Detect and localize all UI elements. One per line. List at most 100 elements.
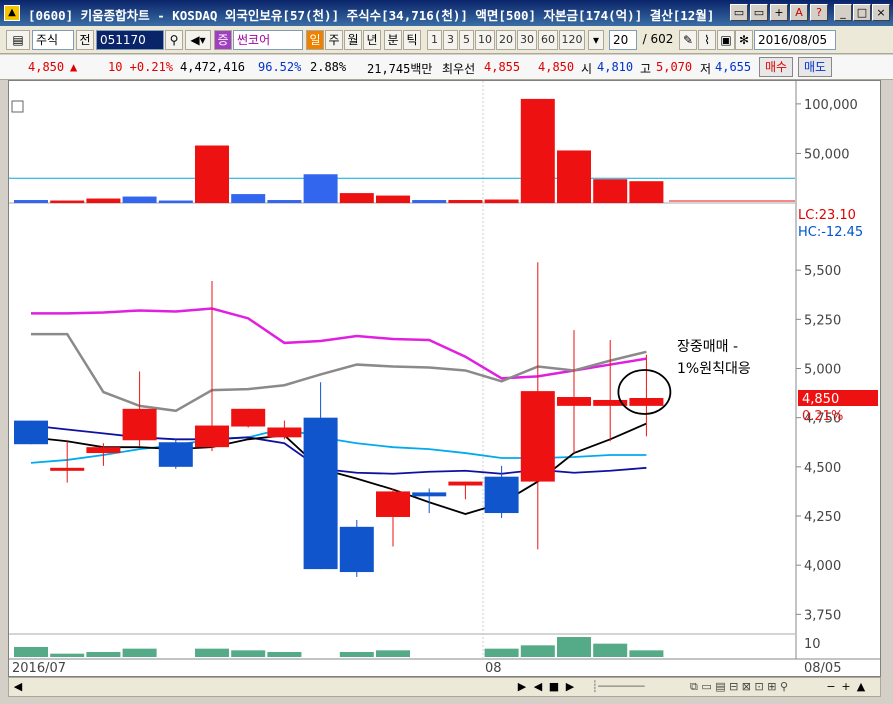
interval-day-tab[interactable]: 일 bbox=[306, 30, 324, 50]
stop-button[interactable]: ■ bbox=[547, 679, 561, 695]
candle-body bbox=[376, 491, 410, 517]
candle-body bbox=[520, 391, 555, 482]
interval-week-tab[interactable]: 주 bbox=[325, 30, 343, 50]
chart-icon[interactable]: ⌇ bbox=[698, 30, 716, 50]
volume-bar bbox=[267, 200, 302, 203]
play-back-button[interactable]: ◀ bbox=[531, 679, 545, 695]
interval-tick-tab[interactable]: 틱 bbox=[403, 30, 421, 50]
window-title: [0600] 키움종합차트 - KOSDAQ 외국인보유[57(천)] 주식수[… bbox=[28, 8, 715, 23]
price-tick-label: 4,000 bbox=[804, 559, 841, 574]
price-tick-label: 3,750 bbox=[804, 608, 841, 623]
tool-icon[interactable]: ▤ bbox=[6, 30, 30, 50]
indicator-bar bbox=[14, 647, 48, 657]
play-forward-button[interactable]: ▶ bbox=[563, 679, 577, 695]
chart-scrollbar[interactable]: ◀ ▶ ◀ ■ ▶ ┊─────── ⧉ ▭ ▤ ⊟ ⊠ ⊡ ⊞ ⚲ − + ▲ bbox=[8, 677, 881, 697]
toolbar: ▤ 주식 전 051170 ⚲ ◀▾ 증 썬코어 일 주 월 년 분 틱 1 3… bbox=[0, 26, 893, 54]
price-tick-label: 4,500 bbox=[804, 461, 841, 476]
minute-60-button[interactable]: 60 bbox=[538, 30, 558, 50]
help-icon[interactable]: ? bbox=[810, 4, 828, 21]
candle-body bbox=[267, 427, 302, 438]
app-icon: ▲ bbox=[4, 5, 20, 21]
indicator-bar bbox=[50, 653, 85, 657]
period-prev-button[interactable]: 전 bbox=[76, 30, 94, 50]
count-input[interactable]: 20 bbox=[609, 30, 637, 50]
chart-tools[interactable]: ⧉ ▭ ▤ ⊟ ⊠ ⊡ ⊞ ⚲ bbox=[659, 679, 819, 695]
volume-ratio: 96.52% bbox=[258, 60, 302, 74]
best-bid: 4,850 bbox=[538, 60, 575, 74]
volume-tick-label: 50,000 bbox=[804, 147, 850, 162]
scroll-left-button[interactable]: ◀ bbox=[11, 679, 25, 695]
pin-icon[interactable]: ✎ bbox=[679, 30, 697, 50]
volume-bar bbox=[520, 98, 555, 203]
font-icon[interactable]: A bbox=[790, 4, 808, 21]
volume-bar bbox=[376, 195, 410, 203]
volume-bar bbox=[231, 194, 266, 203]
save-icon[interactable]: ▣ bbox=[717, 30, 735, 50]
close-button[interactable]: × bbox=[872, 4, 890, 21]
grid-icon bbox=[11, 100, 24, 113]
volume-bar bbox=[629, 181, 664, 203]
interval-year-tab[interactable]: 년 bbox=[363, 30, 381, 50]
indicator-bar bbox=[520, 645, 555, 657]
volume-bar bbox=[50, 200, 85, 203]
volume-bar bbox=[14, 200, 48, 203]
layout-icon[interactable]: ▭ bbox=[730, 4, 748, 21]
indicator-bar bbox=[629, 650, 664, 657]
candle-body bbox=[448, 481, 483, 486]
plus-icon[interactable]: + bbox=[770, 4, 788, 21]
low-label: 저 bbox=[700, 62, 712, 76]
sell-button[interactable]: 매도 bbox=[798, 57, 832, 77]
minute-10-button[interactable]: 10 bbox=[475, 30, 495, 50]
volume-bar bbox=[412, 200, 447, 203]
title-bar: ▲ [0600] 키움종합차트 - KOSDAQ 외국인보유[57(천)] 주식… bbox=[0, 0, 893, 26]
minute-30-button[interactable]: 30 bbox=[517, 30, 537, 50]
stock-code-input[interactable]: 051170 bbox=[96, 30, 164, 50]
buy-button[interactable]: 매수 bbox=[759, 57, 793, 77]
magnifier-icon[interactable]: ⚲ bbox=[165, 30, 183, 50]
hc-label: HC:-12.45 bbox=[798, 225, 863, 240]
range-slider[interactable]: ┊─────── bbox=[583, 679, 653, 695]
volume-bar bbox=[195, 145, 229, 203]
zoom-in-button[interactable]: + bbox=[839, 679, 853, 695]
minute-20-button[interactable]: 20 bbox=[496, 30, 516, 50]
zoom-out-button[interactable]: − bbox=[824, 679, 838, 695]
minute-5-button[interactable]: 5 bbox=[459, 30, 474, 50]
candle-body bbox=[86, 447, 121, 454]
candle-body bbox=[339, 526, 374, 573]
indicator-bar bbox=[339, 652, 374, 657]
candle-body bbox=[158, 442, 193, 467]
volume-bar bbox=[339, 193, 374, 203]
indicator-bar bbox=[122, 648, 157, 657]
candle-body bbox=[122, 408, 157, 441]
chart-area[interactable]: 100,000 50,000 5,500 5,250 5,000 4,750 4,500 4,… bbox=[8, 80, 881, 677]
minute-120-button[interactable]: 120 bbox=[559, 30, 585, 50]
interval-month-tab[interactable]: 월 bbox=[344, 30, 362, 50]
high-label: 고 bbox=[640, 62, 652, 76]
open-price: 4,810 bbox=[597, 60, 634, 74]
date-input[interactable]: 2016/08/05 bbox=[754, 30, 836, 50]
chevron-down-icon[interactable]: ▾ bbox=[588, 30, 604, 50]
indicator-bar bbox=[86, 652, 121, 657]
minimize-button[interactable]: _ bbox=[834, 4, 852, 21]
minute-1-button[interactable]: 1 bbox=[427, 30, 442, 50]
indicator-tick-label: 10 bbox=[804, 637, 821, 652]
best-label: 최우선 bbox=[442, 62, 476, 76]
gear-icon[interactable]: ✻ bbox=[735, 30, 753, 50]
last-price-text: 4,850 bbox=[802, 392, 839, 407]
interval-minute-tab[interactable]: 분 bbox=[384, 30, 402, 50]
window-list-icon[interactable]: ▭ bbox=[750, 4, 768, 21]
scroll-right-button[interactable]: ▶ bbox=[515, 679, 529, 695]
candlestick-chart[interactable]: 100,00050,0005,5005,2505,0004,7504,5004,… bbox=[9, 81, 880, 676]
candle-body bbox=[195, 425, 229, 448]
maximize-button[interactable]: □ bbox=[853, 4, 871, 21]
speaker-icon[interactable]: ◀▾ bbox=[185, 30, 211, 50]
annotation-circle bbox=[617, 369, 672, 415]
indicator-bar bbox=[267, 652, 302, 657]
lc-label: LC:23.10 bbox=[798, 208, 856, 223]
minute-3-button[interactable]: 3 bbox=[443, 30, 458, 50]
volume-bar bbox=[303, 174, 338, 203]
collapse-button[interactable]: ▲ bbox=[854, 679, 868, 695]
turnover-rate: 2.88% bbox=[310, 60, 347, 74]
market-select[interactable]: 주식 bbox=[32, 30, 74, 50]
volume-bar bbox=[86, 198, 121, 203]
